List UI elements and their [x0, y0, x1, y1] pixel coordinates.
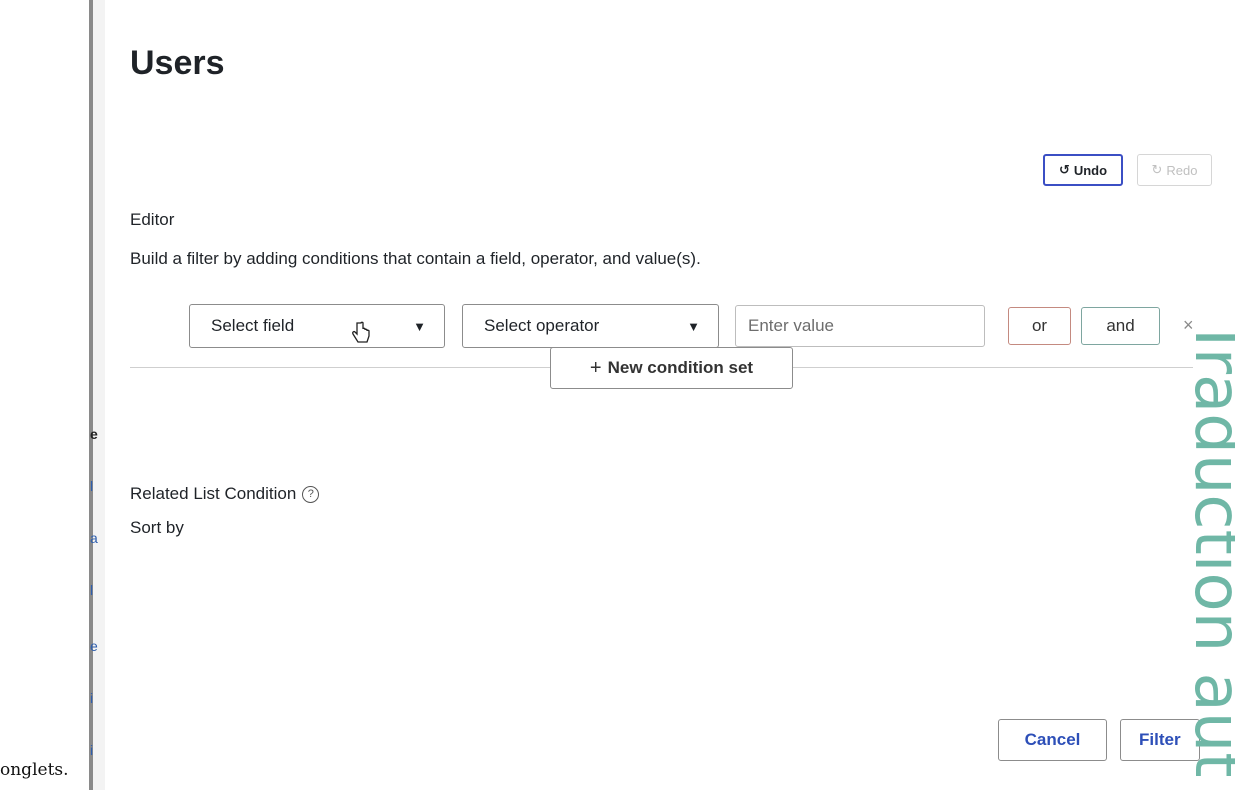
and-button[interactable]: and — [1081, 307, 1160, 345]
page-title: Users — [130, 44, 225, 82]
redo-icon: ↻ — [1151, 162, 1163, 177]
plus-icon: + — [589, 356, 602, 379]
background-window-strip — [89, 0, 105, 790]
undo-button[interactable]: ↺ Undo — [1043, 154, 1123, 186]
filter-modal: Users ↺ Undo ↻ Redo Editor Build a filte… — [108, 0, 1235, 790]
value-input[interactable] — [735, 305, 985, 347]
field-select-label: Select field — [211, 316, 295, 335]
background-link-fragment: i — [90, 742, 94, 758]
new-condition-set-button[interactable]: + New condition set — [550, 347, 793, 389]
background-caption-word: onglets. — [0, 760, 69, 780]
background-link-fragment: i — [90, 690, 94, 706]
chevron-down-icon: ▼ — [687, 318, 700, 334]
cancel-button[interactable]: Cancel — [998, 719, 1107, 761]
redo-label: Redo — [1166, 162, 1198, 178]
editor-label: Editor — [130, 210, 175, 229]
new-condition-set-label: New condition set — [607, 358, 754, 377]
translation-watermark: Traduction aut — [1180, 318, 1235, 778]
field-select[interactable]: Select field ▼ — [189, 304, 445, 348]
sort-by-label[interactable]: Sort by — [130, 518, 184, 538]
undo-label: Undo — [1073, 162, 1108, 178]
help-icon[interactable]: ? — [302, 485, 320, 503]
editor-help-text: Build a filter by adding conditions that… — [130, 249, 701, 268]
divider — [130, 367, 550, 368]
redo-button[interactable]: ↻ Redo — [1137, 154, 1212, 186]
operator-select[interactable]: Select operator ▼ — [462, 304, 719, 348]
pointer-cursor-icon — [352, 321, 370, 343]
background-link-fragment: l — [90, 582, 94, 598]
or-button[interactable]: or — [1008, 307, 1071, 345]
background-link-fragment: a — [90, 530, 98, 546]
operator-select-label: Select operator — [484, 316, 600, 335]
related-list-label: Related List Condition — [130, 484, 297, 503]
background-link-fragment: l — [90, 478, 94, 494]
chevron-down-icon: ▼ — [413, 318, 426, 334]
related-list-condition[interactable]: Related List Condition ? — [130, 484, 320, 504]
undo-icon: ↺ — [1058, 162, 1070, 177]
background-link-fragment: e — [90, 638, 98, 654]
divider — [793, 367, 1193, 368]
background-text-fragment: e — [90, 426, 98, 442]
